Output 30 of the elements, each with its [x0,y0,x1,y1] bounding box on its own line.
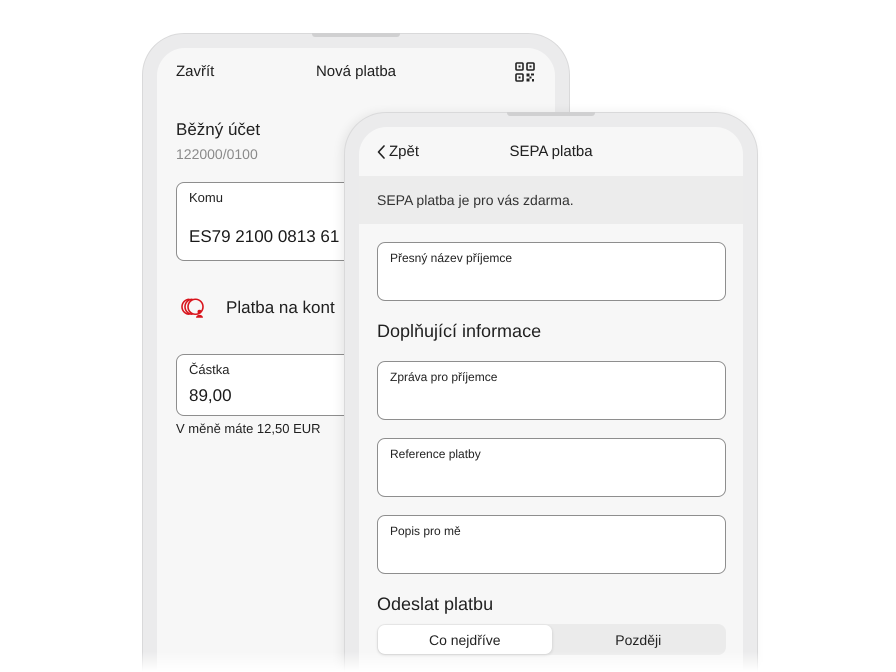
field-value: ES79 2100 0813 61 [189,226,340,248]
field-label: Reference platby [390,446,481,462]
contact-payment-button[interactable]: Platba na kont [181,298,335,318]
field-label: Přesný název příjemce [390,250,512,266]
section-heading: Odeslat platbu [377,593,494,616]
qr-code-icon[interactable] [515,62,535,82]
chevron-left-icon [377,144,385,158]
segment-option[interactable]: Později [552,625,725,654]
back-button[interactable]: Zpět [377,142,420,162]
segment-option[interactable]: Co nejdříve [378,625,552,654]
field-label: Popis pro mě [390,523,461,539]
coins-person-icon [181,298,204,318]
input-field[interactable]: Reference platby [377,438,726,497]
screen-title: Nová platba [316,62,396,82]
screen-title: SEPA platba [509,142,593,162]
input-field[interactable]: Částka 89,00 [176,354,344,416]
field-label: Komu [189,190,223,206]
account-name: Běžný účet [176,119,260,141]
field-label: Zpráva pro příjemce [390,369,498,385]
field-value: 89,00 [189,385,232,407]
close-button[interactable]: Zavřít [176,62,214,82]
section-heading: Doplňující informace [377,320,542,343]
balance-note: V měně máte 12,50 EUR [176,421,321,437]
input-field[interactable]: Popis pro mě [377,515,726,574]
input-field[interactable]: Komu ES79 2100 0813 61 [176,182,344,261]
account-number: 122000/0100 [176,145,258,164]
field-label: Částka [189,362,230,378]
notice-text: SEPA platba je pro vás zdarma. [377,192,574,208]
input-field[interactable]: Zpráva pro příjemce [377,361,726,420]
input-field[interactable]: Přesný název příjemce [377,242,726,301]
